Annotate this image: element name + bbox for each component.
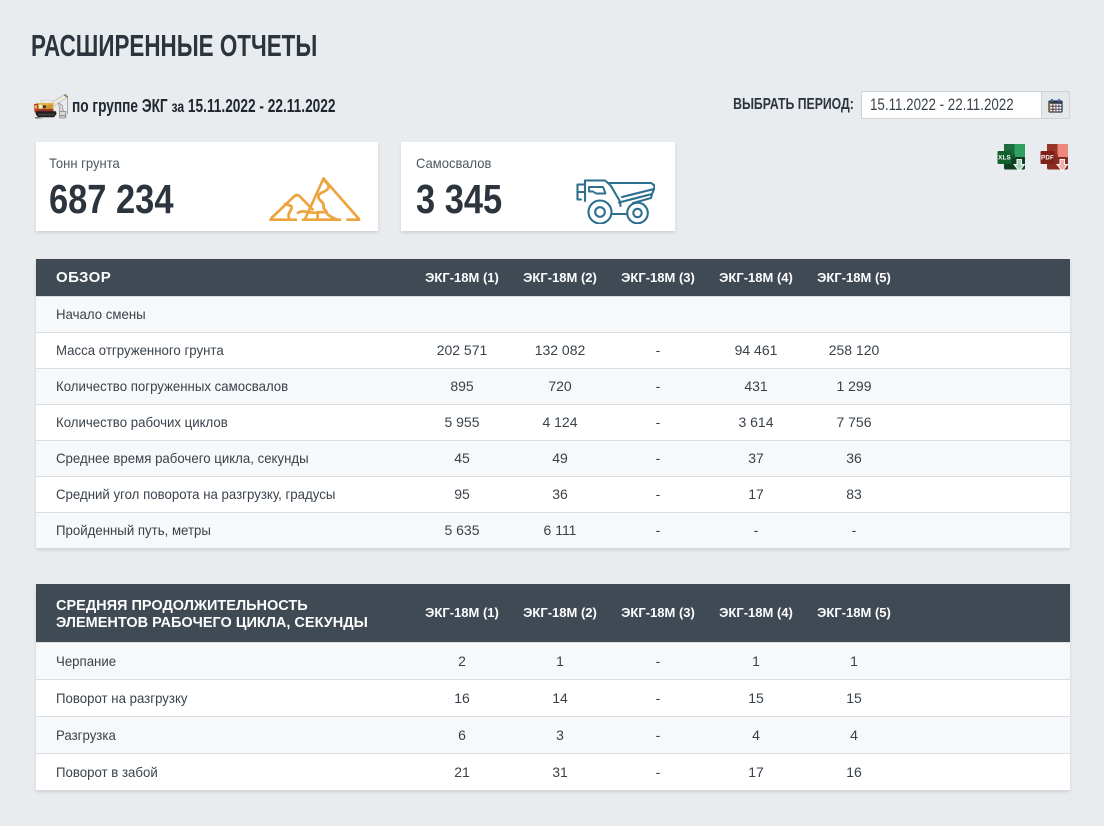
svg-text:XLS: XLS <box>998 155 1011 162</box>
svg-text:PDF: PDF <box>1041 155 1054 162</box>
